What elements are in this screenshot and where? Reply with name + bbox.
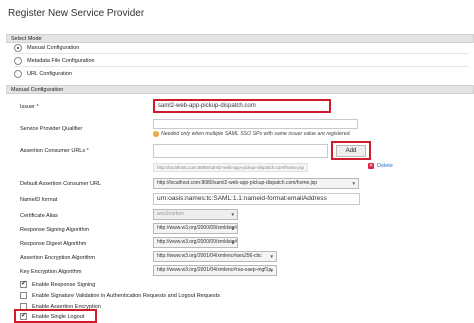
section-header-manual-configuration: Manual Configuration (6, 85, 474, 94)
sp-qualifier-note-text: Needed only when multiple SAML SSO SPs w… (161, 131, 351, 137)
divider (14, 53, 469, 54)
radio-label: Manual Configuration (27, 45, 80, 51)
default-acs-select[interactable]: http://localhost.com:8080/saml2-web-app-… (153, 178, 359, 189)
radio-label: Metadata File Configuration (27, 58, 95, 64)
delete-icon[interactable]: ✕ (368, 163, 374, 169)
acs-urls-label-text: Assertion Consumer URLs (20, 148, 86, 154)
default-acs-label: Default Assertion Consumer URL (20, 181, 102, 187)
radio-manual-configuration[interactable]: Manual Configuration (14, 43, 79, 53)
assertion-encryption-select[interactable]: http://www.w3.org/2001/04/xmlenc#aes256-… (153, 251, 277, 262)
sp-qualifier-input[interactable] (153, 119, 358, 129)
key-encryption-label: Key Encryption Algorithm (20, 269, 82, 275)
checkbox-label: Enable Signature Validation in Authentic… (32, 292, 220, 299)
acs-urls-label: Assertion Consumer URLs * (20, 148, 89, 154)
checkbox-label: Enable Single Logout (32, 313, 85, 320)
checkbox-enable-signature-validation[interactable]: Enable Signature Validation in Authentic… (20, 291, 220, 300)
required-marker: * (36, 104, 39, 110)
checkbox-icon[interactable] (20, 281, 27, 288)
cert-alias-select[interactable]: wso2carbon (153, 209, 238, 220)
page-title: Register New Service Provider (8, 8, 145, 19)
radio-url-configuration[interactable]: URL Configuration (14, 69, 72, 79)
checkbox-icon[interactable] (20, 313, 27, 320)
radio-icon[interactable] (14, 57, 22, 65)
section-header-select-mode: Select Mode (6, 34, 474, 43)
response-digest-label: Response Digest Algorithm (20, 241, 87, 247)
nameid-input[interactable]: urn:oasis:names:tc:SAML:1.1:nameid-forma… (153, 193, 360, 205)
divider (14, 66, 469, 67)
response-signing-label: Response Signing Algorithm (20, 227, 90, 233)
radio-label: URL Configuration (27, 71, 73, 77)
response-digest-select[interactable]: http://www.w3.org/2000/09/xmldsig#sha1 (153, 237, 238, 248)
response-signing-select[interactable]: http://www.w3.org/2000/09/xmldsig#rsa-sh… (153, 223, 238, 234)
add-button-highlight: Add (331, 141, 371, 160)
cert-alias-label: Certificate Alias (20, 213, 58, 219)
issuer-input[interactable]: saml2-web-app-pickup-dispatch.com (153, 99, 331, 113)
delete-label[interactable]: Delete (377, 163, 393, 169)
sp-qualifier-label: Service Provider Qualifier (20, 126, 83, 132)
assertion-encryption-label: Assertion Encryption Algorithm (20, 255, 95, 261)
radio-metadata-file-configuration[interactable]: Metadata File Configuration (14, 56, 95, 66)
radio-icon[interactable] (14, 44, 22, 52)
checkbox-label: Enable Response Signing (32, 281, 96, 288)
sp-qualifier-note: i Needed only when multiple SAML SSO SPs … (153, 131, 351, 137)
acs-url-input[interactable] (153, 144, 328, 158)
checkbox-enable-single-logout[interactable]: Enable Single Logout (20, 312, 84, 321)
info-icon: i (153, 131, 159, 137)
add-button[interactable]: Add (336, 145, 366, 157)
issuer-label-text: Issuer (20, 104, 35, 110)
acs-url-entry: http://localhost.com:8080/saml2-web-app-… (153, 163, 309, 172)
required-marker: * (86, 148, 89, 154)
issuer-label: Issuer * (20, 104, 39, 110)
key-encryption-select[interactable]: http://www.w3.org/2001/04/xmlenc#rsa-oae… (153, 265, 277, 276)
delete-acs-url-link[interactable]: ✕ Delete (368, 163, 393, 169)
radio-icon[interactable] (14, 70, 22, 78)
checkbox-enable-response-signing[interactable]: Enable Response Signing (20, 280, 95, 289)
nameid-label: NameID format (20, 197, 58, 203)
checkbox-icon[interactable] (20, 292, 27, 299)
